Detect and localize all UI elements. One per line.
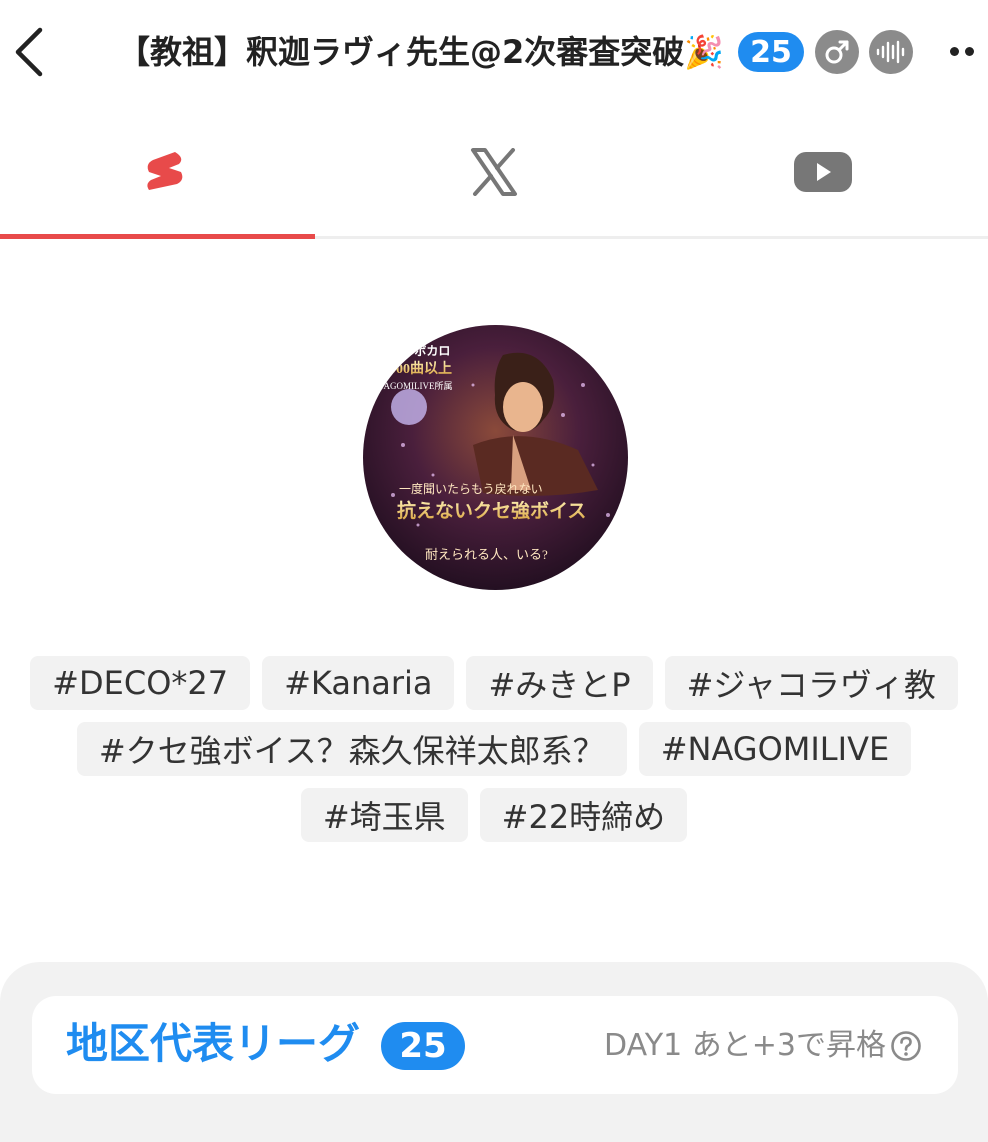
tab-spoon[interactable] <box>0 108 329 236</box>
tag-chip[interactable]: #22時締め <box>479 788 688 842</box>
spoon-logo-icon <box>146 152 182 190</box>
dot-icon <box>965 46 974 56</box>
dot-icon <box>950 46 959 56</box>
tag-row: #クセ強ボイス？森久保祥太郎系？ #NAGOMILIVE <box>0 722 988 776</box>
tag-chip[interactable]: #クセ強ボイス？森久保祥太郎系？ <box>76 722 627 776</box>
league-level-badge: 25 <box>381 1022 465 1070</box>
male-icon <box>815 30 859 74</box>
tag-chip[interactable]: #Kanaria <box>262 656 455 710</box>
tag-chip[interactable]: #埼玉県 <box>300 788 468 842</box>
page-title: 【教祖】釈迦ラヴィ先生@2次審査突破🎉 <box>118 33 725 71</box>
x-logo-icon <box>470 148 517 196</box>
tag-chip[interactable]: #ジャコラヴィ教 <box>664 656 958 710</box>
help-icon[interactable] <box>890 1030 922 1062</box>
tab-x[interactable] <box>329 108 658 236</box>
avatar-text-3: NAGOMILIVE所属 <box>377 381 453 391</box>
social-tabs <box>0 108 988 239</box>
active-tab-indicator <box>0 234 315 239</box>
more-menu-button[interactable] <box>950 34 986 68</box>
back-button[interactable] <box>8 22 52 82</box>
avatar-text-1: ン/ボカロ <box>399 343 450 358</box>
avatar-text-4: 一度聞いたらもう戻れない <box>399 481 543 496</box>
tag-row: #DECO*27 #Kanaria #みきとP #ジャコラヴィ教 <box>0 656 988 710</box>
voice-wave-icon[interactable] <box>869 30 913 74</box>
league-status: DAY1 あと+3で昇格 <box>604 1028 886 1063</box>
tag-chip[interactable]: #みきとP <box>466 656 653 710</box>
top-bar: 【教祖】釈迦ラヴィ先生@2次審査突破🎉 25 <box>0 0 988 104</box>
tag-row: #埼玉県 #22時締め <box>0 788 988 842</box>
avatar-text-2: 000曲以上 <box>389 360 452 377</box>
league-title: 地区代表リーグ <box>66 1019 361 1068</box>
tag-chip[interactable]: #DECO*27 <box>30 656 251 710</box>
chevron-left-icon <box>15 27 43 77</box>
tab-youtube[interactable] <box>658 108 987 236</box>
avatar[interactable]: ン/ボカロ 000曲以上 NAGOMILIVE所属 一度聞いたらもう戻れない 抗… <box>363 325 628 590</box>
avatar-text-5: 抗えないクセ強ボイス <box>397 499 586 522</box>
league-card[interactable]: 地区代表リーグ 25 DAY1 あと+3で昇格 <box>32 996 958 1094</box>
tag-list: #DECO*27 #Kanaria #みきとP #ジャコラヴィ教 #クセ強ボイス… <box>0 656 988 854</box>
level-badge: 25 <box>738 32 804 72</box>
avatar-text-6: 耐えられる人、いる? <box>425 547 548 562</box>
youtube-logo-icon <box>793 152 852 192</box>
tag-chip[interactable]: #NAGOMILIVE <box>638 722 912 776</box>
